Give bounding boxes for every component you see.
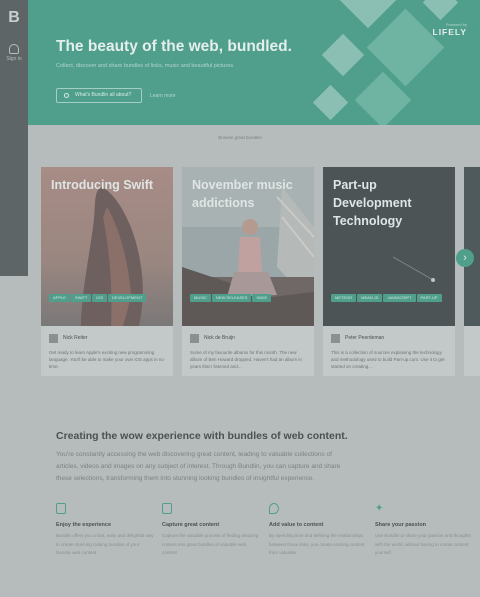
bundle-card[interactable]: Introducing Swift APPLE SWIFT iOS DEVELOPME… (41, 167, 173, 376)
feature-title: Add value to content (269, 522, 324, 528)
card-image (464, 167, 480, 326)
hero-banner: The beauty of the web, bundled. Collect,… (28, 0, 480, 125)
feature: Add value to content By spending time an… (269, 503, 367, 558)
bundle-card[interactable]: November music addictions MUSIC NEW RELEA… (182, 167, 314, 376)
tag[interactable]: MEAN.JS (357, 294, 383, 302)
tag[interactable]: SWIFT (70, 294, 92, 302)
feature-title: Share your passion (375, 522, 427, 528)
tag[interactable]: METEOR (331, 294, 357, 302)
card-tags: APPLE SWIFT iOS DEVELOPMENT (49, 294, 169, 312)
sign-in-button[interactable]: Sign in (2, 44, 26, 62)
decor-diamond (312, 84, 349, 121)
feature-title: Capture great content (162, 522, 220, 528)
decor-diamond (422, 0, 459, 21)
card-tags: METEOR MEAN.JS JAVASCRIPT PART-UP (331, 294, 451, 312)
feature-desc: By spending time and defining the relati… (269, 533, 365, 555)
user-icon (9, 44, 19, 54)
tag[interactable]: NEW RELEASES (211, 294, 252, 302)
about-button[interactable]: What's Bundlin all about? (56, 88, 142, 103)
decor-diamond (321, 33, 365, 77)
feature-title: Enjoy the experience (56, 522, 112, 528)
bundlin-logo[interactable]: B (7, 10, 21, 26)
sidebar: B Sign in (0, 0, 28, 276)
author-name: Nick de Bruijn (204, 335, 235, 341)
intro-section: Creating the wow experience with bundles… (56, 430, 436, 485)
lifely-brand[interactable]: Powered by LIFELY (433, 22, 468, 37)
intro-body: You're constantly accessing the web disc… (56, 451, 341, 482)
author-name: Peter Peerdeman (345, 335, 385, 341)
tag[interactable]: APPLE (49, 294, 70, 302)
tag[interactable]: PART-UP (416, 294, 442, 302)
feature-desc: Bundlin offers you a fast, easy and deli… (56, 533, 154, 555)
feature-desc: Use Bundlin to share your passion and th… (375, 533, 471, 555)
card-description: Get ready to learn Apple's exciting new … (49, 350, 164, 369)
feature: Capture great content Capture the valuab… (162, 503, 260, 558)
tag[interactable]: MUSIC (190, 294, 211, 302)
document-icon (162, 503, 172, 514)
decor-diamond (339, 0, 397, 29)
tag[interactable]: iOS (92, 294, 108, 302)
tag[interactable]: INDIE (252, 294, 272, 302)
card-tags: MUSIC NEW RELEASES INDIE (190, 294, 310, 312)
feature-desc: Capture the valuable process of finding … (162, 533, 259, 555)
pin-icon (269, 503, 279, 514)
tag[interactable]: JAVASCRIPT (383, 294, 416, 302)
hero-subtitle: Collect, discover and share bundles of l… (56, 63, 235, 69)
card-title: November music addictions (192, 178, 293, 210)
hero-title: The beauty of the web, bundled. (56, 38, 292, 55)
card-title: Part-up Development Technology (333, 178, 412, 228)
bundle-card[interactable]: Part-up Development Technology METEOR MEA… (323, 167, 455, 376)
author-name: Nick Reiter (63, 335, 88, 341)
feature: Enjoy the experience Bundlin offers you … (56, 503, 154, 558)
lifely-logo: LIFELY (432, 27, 467, 37)
bundle-card-partial[interactable] (464, 167, 480, 376)
avatar (331, 334, 340, 343)
intro-heading: Creating the wow experience with bundles… (56, 430, 348, 442)
learn-more-link[interactable]: Learn more (150, 93, 176, 99)
play-icon (64, 93, 69, 98)
tag[interactable]: DEVELOPMENT (108, 294, 147, 302)
card-description: Some of my favourite albums for this mon… (190, 350, 302, 369)
card-description: This is a collection of sources explaini… (331, 350, 445, 369)
about-button-label: What's Bundlin all about? (75, 92, 132, 98)
card-title: Introducing Swift (51, 178, 154, 192)
avatar (49, 334, 58, 343)
feature: ✦ Share your passion Use Bundlin to shar… (375, 503, 473, 558)
lock-icon (56, 503, 66, 514)
avatar (190, 334, 199, 343)
next-arrow-button[interactable]: › (456, 249, 474, 267)
twitter-icon: ✦ (375, 503, 384, 514)
browse-tagline: Browse great bundles (218, 135, 262, 140)
sign-in-label: Sign in (6, 56, 22, 62)
